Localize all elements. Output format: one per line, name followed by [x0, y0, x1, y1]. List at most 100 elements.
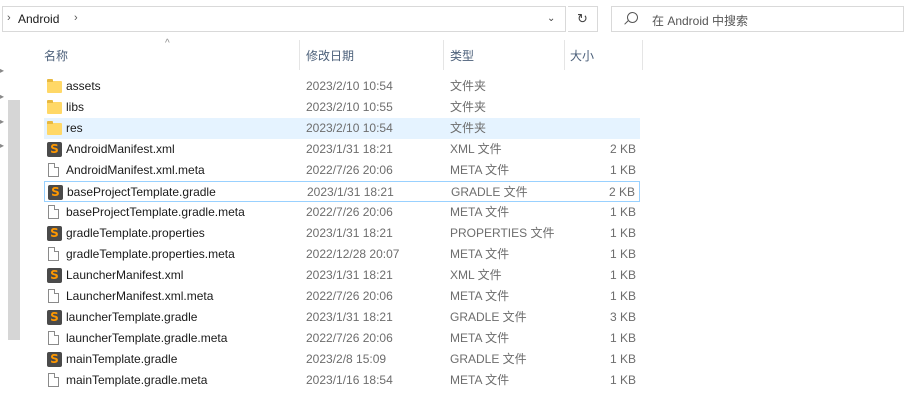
file-row[interactable]: mainTemplate.gradle 2023/2/8 15:09 GRADLE …: [44, 349, 640, 370]
file-type: XML 文件: [450, 142, 502, 156]
file-row[interactable]: AndroidManifest.xml 2023/1/31 18:21 XML 文件…: [44, 139, 640, 160]
breadcrumb-chevron-icon[interactable]: ›: [74, 12, 78, 24]
file-size: 1 KB: [609, 268, 636, 282]
search-input[interactable]: 在 Android 中搜索: [611, 6, 904, 32]
column-type[interactable]: 类型: [446, 40, 564, 70]
file-size: 1 KB: [609, 289, 636, 303]
file-name: AndroidManifest.xml.meta: [66, 163, 205, 177]
file-size: 2 KB: [609, 142, 636, 156]
nav-expand-icon[interactable]: ▸: [0, 92, 4, 101]
file-modified-date: 2023/1/31 18:21: [306, 310, 393, 324]
file-row[interactable]: gradleTemplate.properties 2023/1/31 18:21…: [44, 223, 640, 244]
sublime-icon: [47, 310, 62, 325]
file-modified-date: 2023/1/31 18:21: [306, 142, 393, 156]
doc-icon: [48, 247, 59, 261]
folder-icon: [47, 100, 62, 114]
file-modified-date: 2023/1/31 18:21: [306, 268, 393, 282]
file-row[interactable]: res 2023/2/10 10:54 文件夹: [44, 118, 640, 139]
file-type: 文件夹: [450, 121, 487, 135]
file-modified-date: 2023/2/10 10:54: [306, 79, 393, 93]
file-row[interactable]: mainTemplate.gradle.meta 2023/1/16 18:54 M…: [44, 370, 640, 391]
breadcrumb-android[interactable]: Android: [18, 12, 59, 26]
file-size: 1 KB: [609, 205, 636, 219]
search-icon: [627, 12, 638, 23]
file-row[interactable]: launcherTemplate.gradle.meta 2022/7/26 20…: [44, 328, 640, 349]
file-type: 文件夹: [450, 100, 487, 114]
file-type: META 文件: [450, 289, 510, 303]
file-name: libs: [66, 100, 85, 114]
column-header: ^ 名称 修改日期 类型 大小: [40, 38, 644, 70]
file-modified-date: 2023/1/16 18:54: [306, 373, 393, 387]
file-row[interactable]: AndroidManifest.xml.meta 2022/7/26 20:06 M…: [44, 160, 640, 181]
file-row[interactable]: launcherTemplate.gradle 2023/1/31 18:21 GR…: [44, 307, 640, 328]
file-name: launcherTemplate.gradle: [66, 310, 198, 324]
column-date[interactable]: 修改日期: [302, 40, 444, 70]
address-bar: › Android › ⌄ ↻ 在 Android 中搜索: [0, 0, 906, 40]
address-history-dropdown-icon[interactable]: ⌄: [547, 13, 555, 24]
file-row[interactable]: assets 2023/2/10 10:54 文件夹: [44, 76, 640, 97]
sublime-icon: [48, 185, 63, 200]
file-modified-date: 2022/7/26 20:06: [306, 289, 393, 303]
file-size: 1 KB: [609, 226, 636, 240]
file-type: META 文件: [450, 205, 510, 219]
nav-expand-icon[interactable]: ▸: [0, 117, 4, 126]
file-modified-date: 2023/2/10 10:55: [306, 100, 393, 114]
column-divider[interactable]: [443, 40, 444, 70]
file-size: 1 KB: [609, 331, 636, 345]
refresh-button[interactable]: ↻: [568, 6, 598, 32]
nav-expand-icon[interactable]: ▸: [0, 66, 4, 75]
search-placeholder: 在 Android 中搜索: [652, 14, 749, 28]
file-size: 1 KB: [609, 247, 636, 261]
file-size: 1 KB: [609, 373, 636, 387]
file-name: baseProjectTemplate.gradle.meta: [66, 205, 245, 219]
navigation-pane: ▸ ▸ ▸ ▸: [0, 40, 24, 401]
column-name[interactable]: 名称: [40, 40, 300, 70]
column-divider[interactable]: [642, 40, 643, 70]
file-row[interactable]: gradleTemplate.properties.meta 2022/12/28…: [44, 244, 640, 265]
sublime-icon: [47, 268, 62, 283]
file-type: META 文件: [450, 331, 510, 345]
file-row[interactable]: baseProjectTemplate.gradle 2023/1/31 18:2…: [44, 181, 640, 202]
file-row[interactable]: LauncherManifest.xml 2023/1/31 18:21 XML 文…: [44, 265, 640, 286]
file-type: GRADLE 文件: [450, 310, 527, 324]
nav-expand-icon[interactable]: ▸: [0, 141, 4, 150]
folder-icon: [47, 121, 62, 135]
file-name: assets: [66, 79, 101, 93]
file-modified-date: 2023/1/31 18:21: [306, 226, 393, 240]
file-modified-date: 2022/7/26 20:06: [306, 163, 393, 177]
file-size: 1 KB: [609, 352, 636, 366]
file-name: gradleTemplate.properties: [66, 226, 205, 240]
file-size: 3 KB: [609, 310, 636, 324]
nav-scrollbar[interactable]: [8, 100, 20, 340]
column-divider[interactable]: [564, 40, 565, 70]
address-box[interactable]: › Android › ⌄: [2, 6, 566, 32]
column-size[interactable]: 大小: [566, 40, 642, 70]
file-type: GRADLE 文件: [451, 185, 528, 199]
doc-icon: [48, 205, 59, 219]
file-row[interactable]: LauncherManifest.xml.meta 2022/7/26 20:06…: [44, 286, 640, 307]
column-divider[interactable]: [299, 40, 300, 70]
file-modified-date: 2023/2/8 15:09: [306, 352, 387, 366]
file-type: META 文件: [450, 373, 510, 387]
file-name: baseProjectTemplate.gradle: [67, 185, 216, 199]
file-type: META 文件: [450, 247, 510, 261]
file-type: GRADLE 文件: [450, 352, 527, 366]
file-row[interactable]: baseProjectTemplate.gradle.meta 2022/7/26…: [44, 202, 640, 223]
file-name: mainTemplate.gradle.meta: [66, 373, 208, 387]
file-name: AndroidManifest.xml: [66, 142, 175, 156]
file-modified-date: 2022/12/28 20:07: [306, 247, 400, 261]
file-type: 文件夹: [450, 79, 487, 93]
file-name: LauncherManifest.xml: [66, 268, 184, 282]
file-name: gradleTemplate.properties.meta: [66, 247, 235, 261]
breadcrumb-root-chevron-icon[interactable]: ›: [7, 12, 11, 24]
sublime-icon: [47, 352, 62, 367]
file-size: 2 KB: [608, 185, 635, 199]
file-type: PROPERTIES 文件: [450, 226, 555, 240]
file-size: 1 KB: [609, 163, 636, 177]
folder-icon: [47, 79, 62, 93]
doc-icon: [48, 331, 59, 345]
file-name: res: [66, 121, 83, 135]
file-row[interactable]: libs 2023/2/10 10:55 文件夹: [44, 97, 640, 118]
file-name: mainTemplate.gradle: [66, 352, 178, 366]
file-modified-date: 2023/2/10 10:54: [306, 121, 393, 135]
